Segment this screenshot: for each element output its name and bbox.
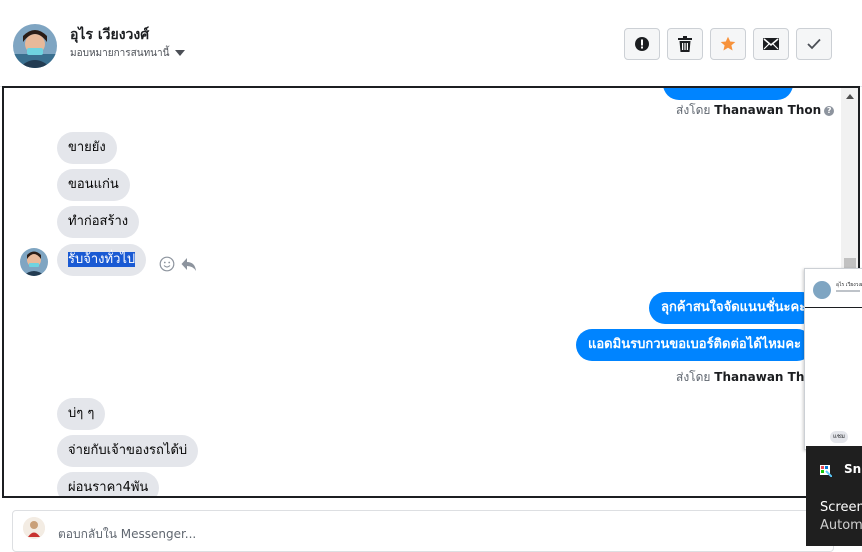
trash-icon bbox=[678, 36, 692, 52]
message-bubble-incoming: ผ่อนราคา4พัน bbox=[57, 472, 160, 496]
sent-by-label: ส่งโดย Thanawan Thon bbox=[676, 368, 821, 387]
caret-down-icon bbox=[175, 50, 186, 56]
mark-done-button[interactable] bbox=[796, 28, 832, 60]
conversation-header: อุไร เวียงวงศ์ มอบหมายการสนทนานี้ bbox=[0, 0, 862, 87]
preview-divider bbox=[805, 307, 862, 308]
snip-app-icon bbox=[820, 462, 833, 478]
message-bubble-incoming: ทำก่อสร้าง bbox=[57, 206, 140, 238]
assign-conversation-dropdown[interactable]: มอบหมายการสนทนานี้ bbox=[70, 46, 186, 61]
message-bubble-incoming-selected: รับจ้างทั่วไป bbox=[57, 244, 147, 276]
scroll-up-arrow-icon[interactable] bbox=[846, 94, 854, 99]
preview-subtitle bbox=[836, 290, 860, 292]
report-button[interactable] bbox=[624, 28, 660, 60]
chat-preview-popup[interactable]: อุไร เวียงวงศ์ แชม bbox=[804, 268, 862, 450]
message-bubble-outgoing: แอดมินรบกวนขอเบอร์ติดต่อได้ไหมคะ bbox=[576, 329, 814, 361]
contact-avatar[interactable] bbox=[13, 24, 57, 68]
contact-name: อุไร เวียงวงศ์ bbox=[70, 27, 150, 43]
react-emoji-icon[interactable] bbox=[159, 256, 175, 272]
page-avatar bbox=[23, 517, 45, 539]
assign-conversation-label: มอบหมายการสนทนานี้ bbox=[70, 48, 170, 59]
sent-by-prefix: ส่งโดย bbox=[676, 370, 711, 384]
check-icon bbox=[807, 38, 821, 50]
message-bubble-outgoing-partial bbox=[663, 88, 793, 100]
preview-avatar bbox=[813, 281, 831, 299]
message-bubble-outgoing: ลุกค้าสนใจจัดแนนชั่นะคะ bbox=[649, 292, 819, 324]
reply-icon[interactable] bbox=[181, 256, 197, 272]
preview-button[interactable]: แชม bbox=[830, 431, 848, 443]
sent-by-label: ส่งโดย Thanawan Thon? bbox=[676, 101, 835, 120]
reply-input[interactable]: ตอบกลับใน Messenger... bbox=[58, 525, 196, 544]
envelope-icon bbox=[763, 38, 779, 50]
delete-button[interactable] bbox=[667, 28, 703, 60]
star-button[interactable] bbox=[710, 28, 746, 60]
help-icon[interactable]: ? bbox=[824, 105, 835, 116]
sent-by-name: Thanawan Thon bbox=[714, 103, 822, 117]
preview-name: อุไร เวียงวงศ์ bbox=[836, 282, 862, 288]
snip-title: Sni bbox=[844, 462, 862, 476]
mark-unread-button[interactable] bbox=[753, 28, 789, 60]
snip-line-2: Autom bbox=[820, 518, 862, 533]
snip-line-1: Screen bbox=[820, 500, 862, 515]
reply-composer[interactable]: ตอบกลับใน Messenger... bbox=[12, 510, 834, 552]
sender-avatar bbox=[20, 248, 48, 276]
message-bubble-incoming: ขอนแก่น bbox=[57, 169, 130, 201]
selected-text: รับจ้างทั่วไป bbox=[68, 252, 136, 267]
message-bubble-incoming: จ่ายกับเจ้าของรถได้บ่ bbox=[57, 435, 199, 467]
snip-notification[interactable]: Sni Screen Autom bbox=[806, 446, 862, 546]
exclamation-circle-icon bbox=[635, 37, 649, 51]
sent-by-prefix: ส่งโดย bbox=[676, 103, 711, 117]
star-icon bbox=[720, 36, 736, 51]
message-bubble-incoming: ขายยัง bbox=[57, 132, 117, 164]
message-thread[interactable]: ส่งโดย Thanawan Thon? ขายยัง ขอนแก่น ทำก… bbox=[2, 86, 860, 498]
message-bubble-incoming: บ่ๆ ๆ bbox=[57, 398, 106, 430]
